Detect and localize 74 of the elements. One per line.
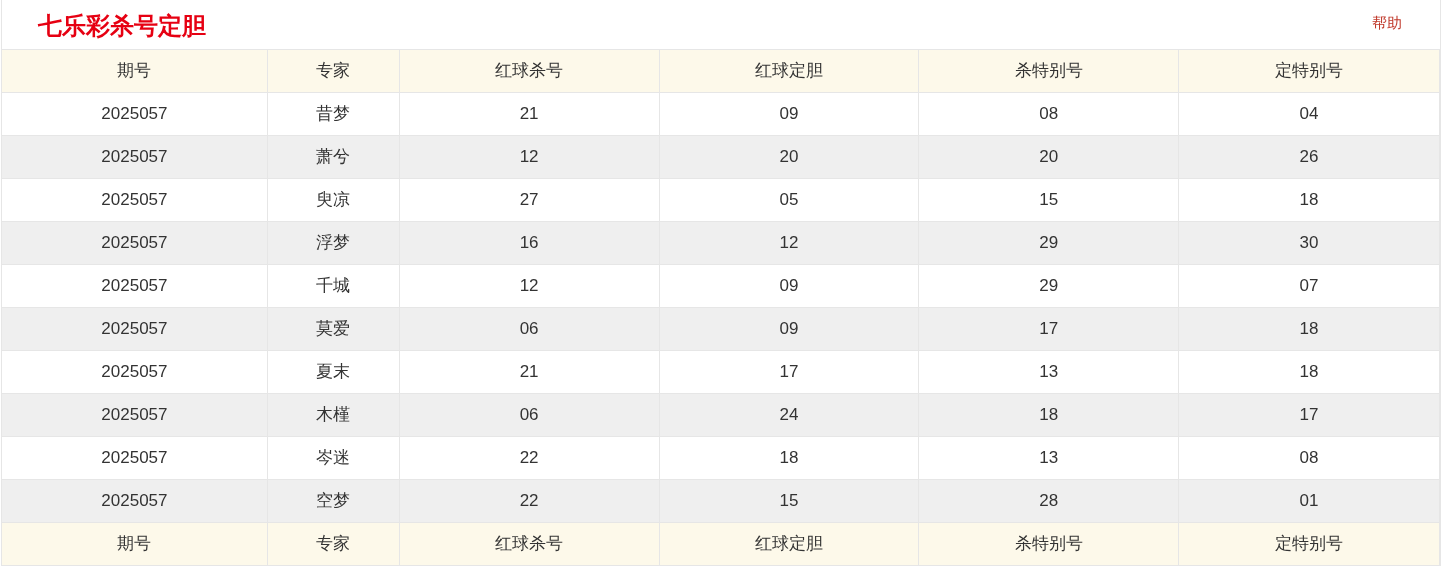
table-cell: 2025057 (2, 93, 268, 135)
table-cell: 莫爱 (267, 308, 400, 350)
table-cell: 04 (1179, 93, 1440, 135)
table-cell: 空梦 (267, 480, 400, 522)
table-cell: 千城 (267, 265, 400, 307)
table-cell: 20 (659, 136, 920, 178)
table-cell: 18 (1179, 179, 1440, 221)
column-header: 杀特别号 (919, 523, 1180, 565)
column-header: 期号 (2, 523, 268, 565)
table-cell: 27 (399, 179, 660, 221)
table-cell: 22 (399, 480, 660, 522)
table-cell: 29 (919, 265, 1180, 307)
table-cell: 18 (919, 394, 1180, 436)
column-header: 红球定胆 (659, 523, 920, 565)
table-cell: 01 (1179, 480, 1440, 522)
table-cell: 05 (659, 179, 920, 221)
table-cell: 15 (919, 179, 1180, 221)
table-cell: 29 (919, 222, 1180, 264)
table-cell: 2025057 (2, 351, 268, 393)
table-cell: 2025057 (2, 480, 268, 522)
table-cell: 岑迷 (267, 437, 400, 479)
column-header: 专家 (267, 50, 400, 92)
column-header: 红球杀号 (399, 523, 660, 565)
column-header: 红球定胆 (659, 50, 920, 92)
table-cell: 2025057 (2, 437, 268, 479)
table-cell: 15 (659, 480, 920, 522)
table-cell: 28 (919, 480, 1180, 522)
table-cell: 12 (659, 222, 920, 264)
table-cell: 30 (1179, 222, 1440, 264)
table-cell: 2025057 (2, 136, 268, 178)
column-header: 红球杀号 (399, 50, 660, 92)
table-cell: 13 (919, 437, 1180, 479)
table-cell: 2025057 (2, 394, 268, 436)
table-cell: 21 (399, 351, 660, 393)
table-cell: 木槿 (267, 394, 400, 436)
table-cell: 06 (399, 394, 660, 436)
table-cell: 22 (399, 437, 660, 479)
table-cell: 24 (659, 394, 920, 436)
table-cell: 16 (399, 222, 660, 264)
page-title: 七乐彩杀号定胆 (38, 11, 206, 41)
table-cell: 臾凉 (267, 179, 400, 221)
help-link[interactable]: 帮助 (1372, 12, 1402, 35)
table-cell: 2025057 (2, 308, 268, 350)
table-cell: 17 (919, 308, 1180, 350)
table-cell: 18 (659, 437, 920, 479)
table-cell: 08 (919, 93, 1180, 135)
table-cell: 07 (1179, 265, 1440, 307)
column-header: 专家 (267, 523, 400, 565)
table-cell: 06 (399, 308, 660, 350)
table-cell: 08 (1179, 437, 1440, 479)
table-cell: 13 (919, 351, 1180, 393)
table-cell: 夏末 (267, 351, 400, 393)
table-cell: 2025057 (2, 265, 268, 307)
table-cell: 09 (659, 265, 920, 307)
table-cell: 09 (659, 93, 920, 135)
table-cell: 2025057 (2, 222, 268, 264)
table-cell: 09 (659, 308, 920, 350)
table-cell: 17 (659, 351, 920, 393)
table-cell: 12 (399, 136, 660, 178)
table-cell: 18 (1179, 351, 1440, 393)
column-header: 定特别号 (1179, 50, 1440, 92)
table-cell: 2025057 (2, 179, 268, 221)
table-cell: 17 (1179, 394, 1440, 436)
table-cell: 20 (919, 136, 1180, 178)
table-cell: 萧兮 (267, 136, 400, 178)
column-header: 杀特别号 (919, 50, 1180, 92)
table-cell: 12 (399, 265, 660, 307)
table-cell: 21 (399, 93, 660, 135)
table-cell: 18 (1179, 308, 1440, 350)
table-cell: 浮梦 (267, 222, 400, 264)
column-header: 定特别号 (1179, 523, 1440, 565)
table-cell: 昔梦 (267, 93, 400, 135)
table-cell: 26 (1179, 136, 1440, 178)
column-header: 期号 (2, 50, 268, 92)
